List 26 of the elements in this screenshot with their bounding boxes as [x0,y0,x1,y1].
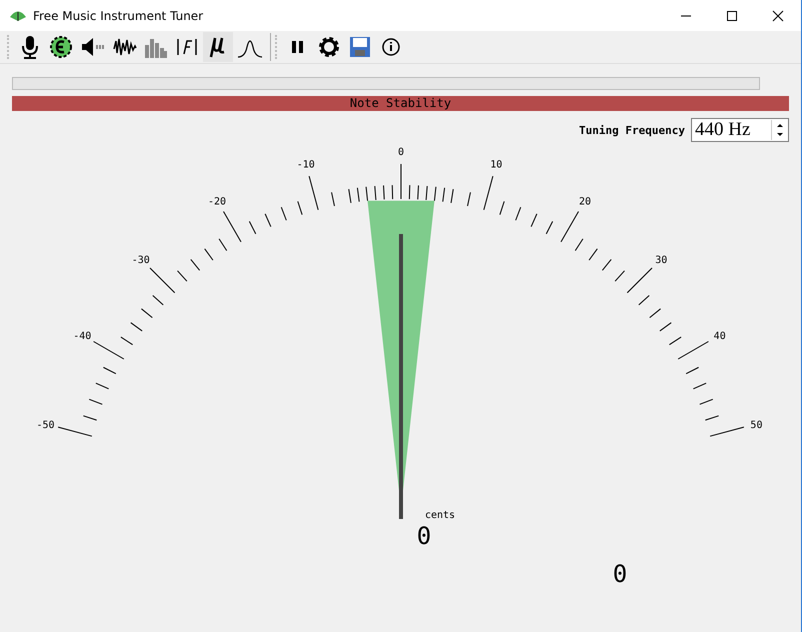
cents-readout: 0 [416,522,432,550]
note-stability-bar: Note Stability [12,96,789,111]
close-icon[interactable] [772,10,784,22]
secondary-readout: 0 [612,560,628,588]
save-icon [348,35,372,59]
scale-label: 40 [714,331,726,342]
scale-label: -10 [296,160,315,171]
scale-label: 30 [655,254,668,266]
settings-icon [317,35,341,59]
maximize-icon[interactable] [726,10,738,22]
app-icon [9,8,27,22]
scale-label: -30 [132,254,150,266]
scale-label: 10 [490,160,502,171]
scale-label: -20 [208,196,226,208]
scale-label: 20 [578,196,592,208]
toolbar-button[interactable] [203,32,233,62]
scale-label: 50 [750,420,762,431]
scale-label: 0 [398,147,404,158]
speaker-icon [80,35,106,59]
tuning-frequency-label: Tuning Frequency [579,124,685,136]
unit-label: cents [424,510,456,521]
frequency-spinbox[interactable]: 440 Hz [691,118,789,142]
scale-label: -50 [36,420,55,431]
ear-icon [49,35,73,59]
scale-label: -40 [73,331,92,342]
window-title: Free Music Instrument Tuner [33,8,204,22]
